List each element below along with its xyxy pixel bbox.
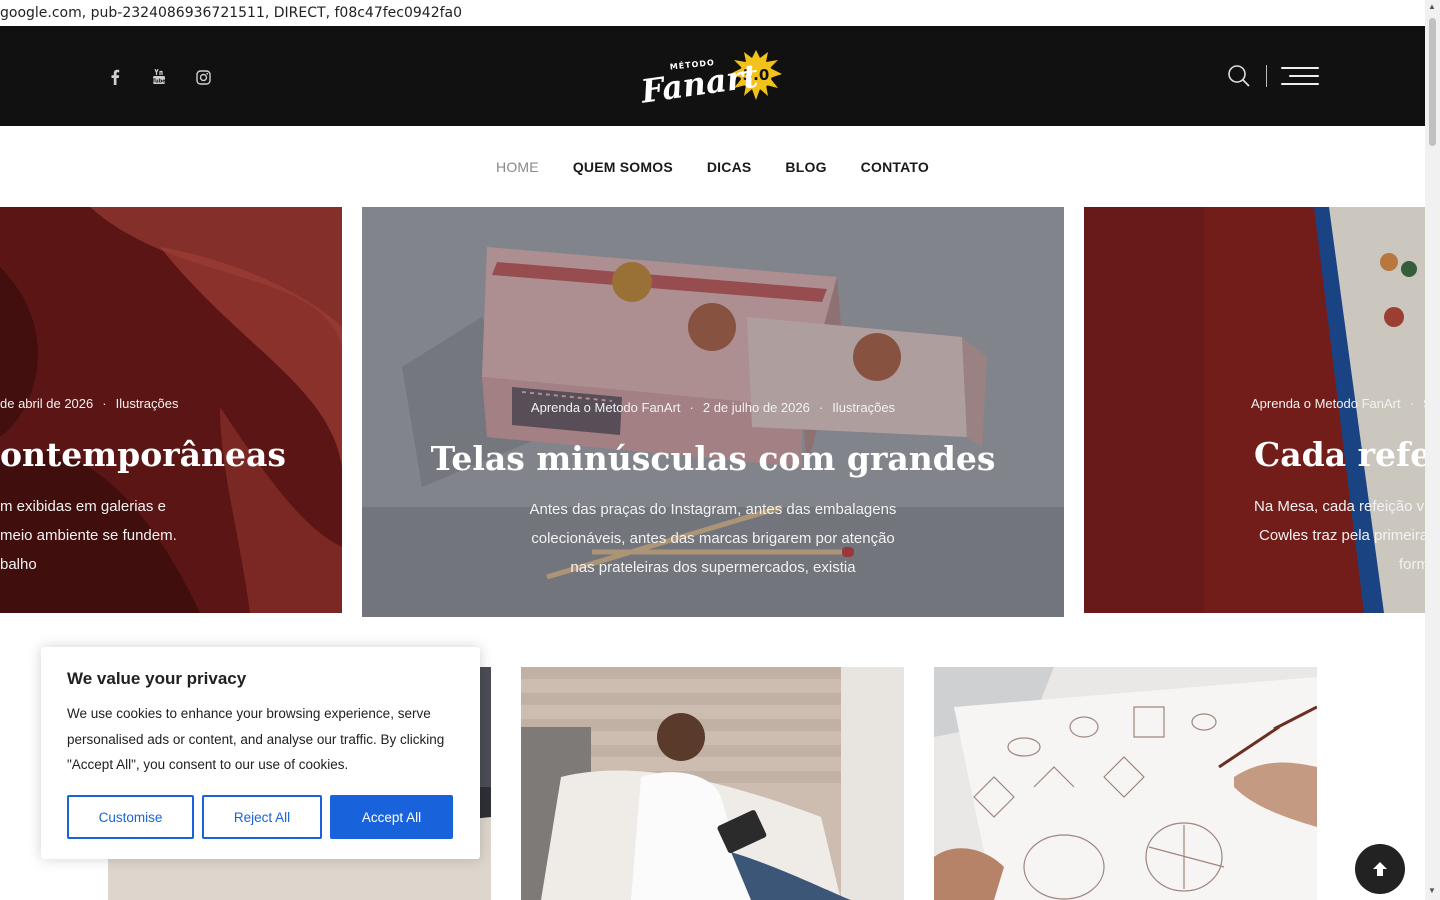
slide-meta: de abril de 2026 · Ilustrações (0, 396, 179, 411)
back-to-top-button[interactable] (1355, 844, 1405, 894)
slide-author[interactable]: Aprenda o Metodo FanArt (531, 400, 681, 415)
nav-item-dicas[interactable]: DICAS (707, 159, 752, 175)
post-card-image (934, 667, 1317, 900)
slide-author[interactable]: Aprenda o Metodo FanArt (1251, 396, 1401, 411)
hamburger-menu-icon[interactable] (1281, 65, 1319, 87)
cookie-title: We value your privacy (67, 669, 247, 688)
ads-txt-line: google.com, pub-2324086936721511, DIRECT… (0, 0, 1425, 26)
slide-category[interactable]: Ilustrações (832, 400, 895, 415)
svg-text:Tube: Tube (152, 79, 166, 85)
scroll-down-arrow-icon[interactable]: ▼ (1428, 886, 1436, 895)
featured-slider: de abril de 2026 · Ilustrações ontemporâne… (0, 207, 1425, 621)
post-card-image (521, 667, 904, 900)
youtube-icon[interactable]: Tube (148, 66, 170, 88)
site-logo[interactable]: 3.0 MÉTODO Fanart (636, 44, 792, 111)
reject-all-button[interactable]: Reject All (202, 795, 322, 839)
site-header: Tube 3.0 MÉTODO Fanart (0, 26, 1425, 126)
slide-title[interactable]: ontemporâneas (0, 435, 286, 474)
instagram-icon[interactable] (192, 66, 214, 88)
slide-next[interactable]: Aprenda o Metodo FanArt·S Cada refeiçã N… (1084, 207, 1425, 613)
post-card[interactable] (521, 667, 904, 900)
nav-item-contato[interactable]: CONTATO (861, 159, 929, 175)
facebook-icon[interactable] (104, 66, 126, 88)
post-card[interactable] (934, 667, 1317, 900)
slide-excerpt: Na Mesa, cada refeição v Cowles traz pel… (1254, 498, 1425, 573)
page-scrollbar[interactable]: ▲ ▼ (1425, 0, 1440, 900)
slide-meta: Aprenda o Metodo FanArt·S (1251, 396, 1425, 411)
divider (1266, 65, 1267, 87)
scrollbar-thumb[interactable] (1429, 18, 1436, 146)
scroll-up-arrow-icon[interactable]: ▲ (1428, 2, 1436, 11)
header-actions (1226, 63, 1319, 89)
customise-button[interactable]: Customise (67, 795, 194, 839)
slide-date: de abril de 2026 (0, 396, 94, 411)
search-icon[interactable] (1226, 63, 1252, 89)
main-navigation: HOME QUEM SOMOS DICAS BLOG CONTATO (0, 126, 1425, 207)
slide-title[interactable]: Telas minúsculas com grandes (362, 439, 1064, 478)
social-links: Tube (104, 66, 214, 88)
slide-date: 2 de julho de 2026 (702, 400, 810, 415)
accept-all-button[interactable]: Accept All (330, 795, 453, 839)
arrow-up-icon (1373, 862, 1387, 876)
slide-meta: Aprenda o Metodo FanArt · 2 de julho de 20… (530, 400, 896, 415)
slide-excerpt: m exibidas em galerias e meio ambiente s… (0, 498, 177, 573)
slide-title[interactable]: Cada refeiçã (1254, 435, 1425, 474)
logo-script-text: Fanart (638, 57, 761, 108)
cookie-actions: Customise Reject All Accept All (67, 795, 453, 839)
cookie-text: We use cookies to enhance your browsing … (67, 706, 445, 772)
slide-excerpt: Antes das praças do Instagram, antes das… (529, 501, 897, 576)
cookie-consent-banner: We value your privacy We use cookies to … (41, 647, 480, 859)
slide-active[interactable]: Aprenda o Metodo FanArt · 2 de julho de 20… (362, 207, 1064, 617)
nav-item-blog[interactable]: BLOG (785, 159, 826, 175)
slide-category[interactable]: Ilustrações (116, 396, 179, 411)
slide-previous[interactable]: de abril de 2026 · Ilustrações ontemporâne… (0, 207, 342, 613)
nav-item-quem-somos[interactable]: QUEM SOMOS (573, 159, 673, 175)
nav-item-home[interactable]: HOME (496, 159, 539, 175)
